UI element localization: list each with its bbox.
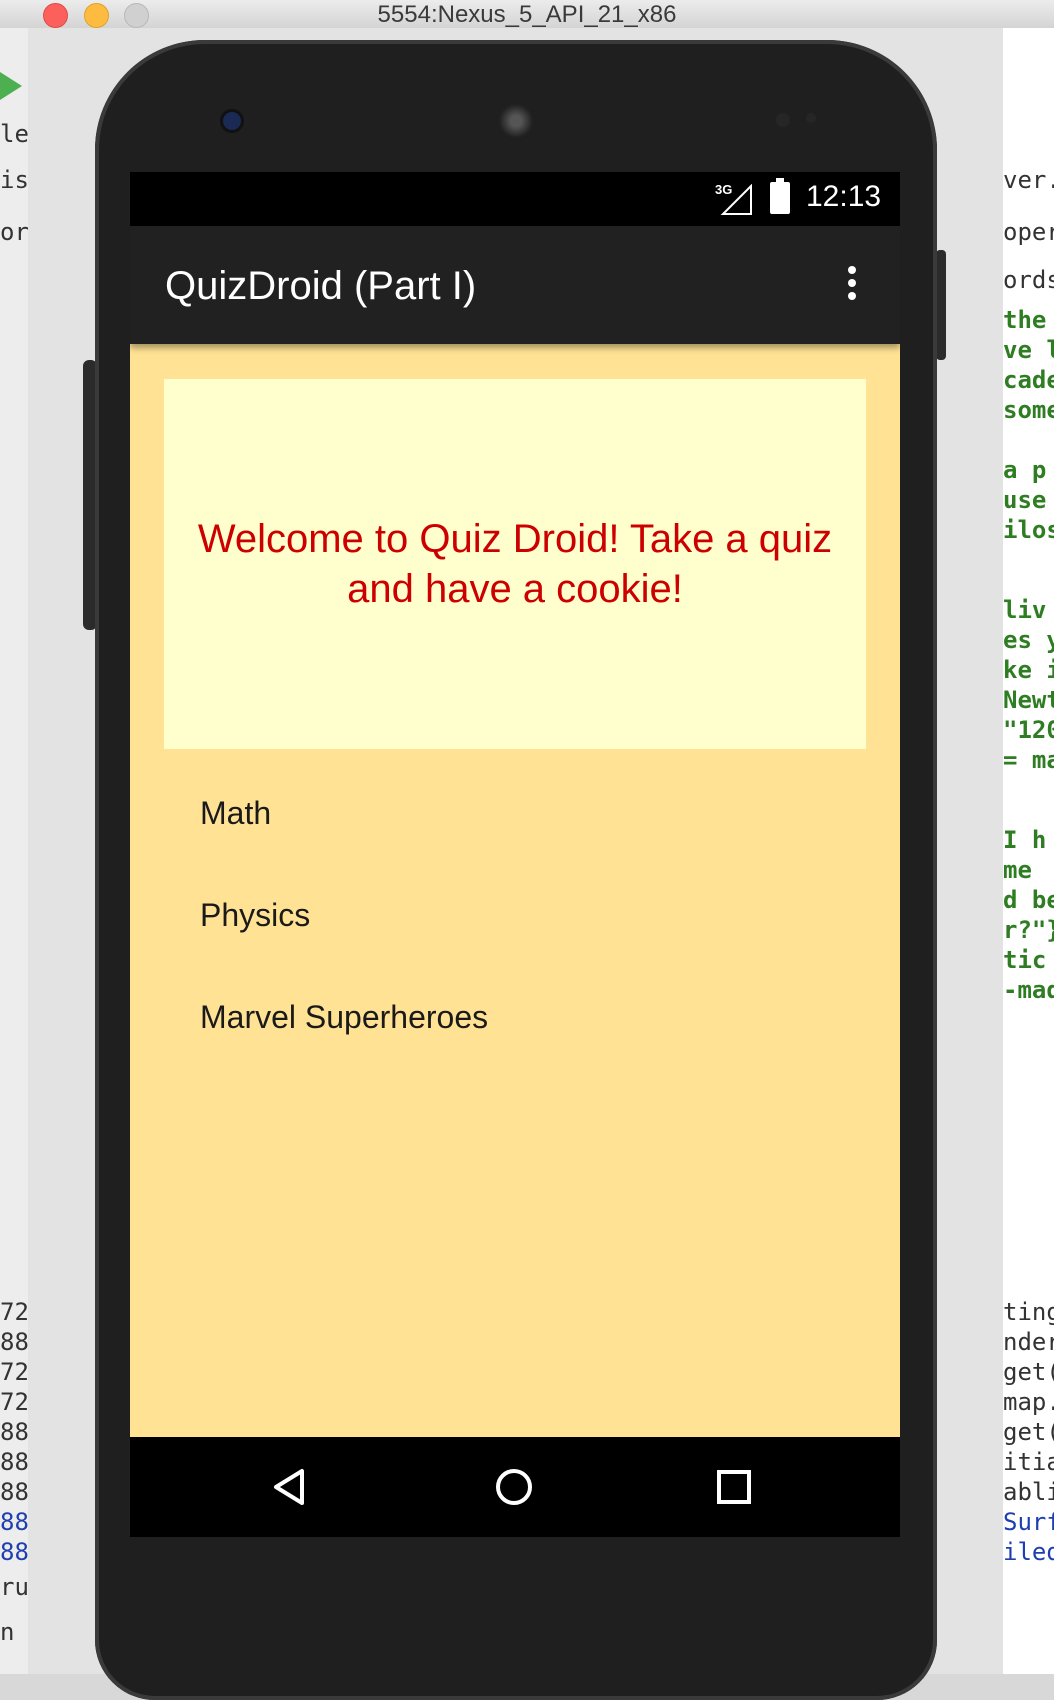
status-clock: 12:13 xyxy=(806,180,882,213)
ide-code-line: liv xyxy=(1003,596,1047,624)
ide-code-line: a p xyxy=(1003,456,1047,484)
ide-code-line: 88 xyxy=(0,1418,28,1446)
topic-label: Physics xyxy=(200,896,311,933)
ide-code-line: ting xyxy=(1003,1298,1054,1326)
window-titlebar: 5554:Nexus_5_API_21_x86 xyxy=(0,0,1054,29)
earpiece-speaker-icon xyxy=(497,102,535,140)
ide-code-line: 72 xyxy=(0,1298,28,1326)
ide-code-line: operl xyxy=(1003,218,1054,246)
ide-code-line: map. xyxy=(1003,1388,1054,1416)
ide-code-line: iled xyxy=(1003,1538,1054,1566)
ide-code-line: I h xyxy=(1003,826,1047,854)
ide-code-line: me xyxy=(1003,856,1032,884)
ide-right-editor: ver.xroperlords theve lcadesome a p usei… xyxy=(1003,28,1054,1674)
phone-power-button xyxy=(936,250,946,360)
ide-code-line: ist xyxy=(0,166,28,194)
ide-code-line: Newt xyxy=(1003,686,1054,714)
proximity-sensor xyxy=(776,113,790,127)
ide-code-line: ve l xyxy=(1003,336,1054,364)
action-bar: QuizDroid (Part I) xyxy=(130,226,900,344)
ide-code-line: ilos xyxy=(1003,516,1054,544)
battery-charging-icon xyxy=(770,178,790,214)
network-type: 3G xyxy=(715,182,733,197)
topic-label: Math xyxy=(200,794,272,831)
ide-code-line: -mad xyxy=(1003,976,1054,1004)
run-icon[interactable] xyxy=(0,72,22,100)
recents-button-icon[interactable] xyxy=(714,1467,754,1507)
ide-code-line: 88 xyxy=(0,1478,28,1506)
app-title: QuizDroid (Part I) xyxy=(165,264,477,308)
topic-item-physics[interactable]: Physics xyxy=(130,864,900,966)
ide-code-line: lek xyxy=(0,120,28,148)
ide-code-line: d be xyxy=(1003,886,1054,914)
ide-code-line: abli xyxy=(1003,1478,1054,1506)
ide-code-line: n xyxy=(0,1618,15,1646)
topic-list: Math Physics Marvel Superheroes xyxy=(130,762,900,1068)
ide-code-line: 88 xyxy=(0,1448,28,1476)
ide-code-line: 72 xyxy=(0,1358,28,1386)
ide-code-line: ver.xr xyxy=(1003,166,1054,194)
ide-code-line: get( xyxy=(1003,1358,1054,1386)
ide-code-line: 88 xyxy=(0,1538,28,1566)
ide-code-line: ke i xyxy=(1003,656,1054,684)
topic-label: Marvel Superheroes xyxy=(200,998,489,1035)
ide-left-panel: lekistorc728872728888888888run xyxy=(0,28,28,1674)
ide-code-line: the xyxy=(1003,306,1047,334)
ide-code-line: use xyxy=(1003,486,1047,514)
ide-code-line: orc xyxy=(0,218,28,246)
ide-code-line: = ma xyxy=(1003,746,1054,774)
ide-code-line: get( xyxy=(1003,1418,1054,1446)
ide-code-line: cade xyxy=(1003,366,1054,394)
ide-code-line: itia xyxy=(1003,1448,1054,1476)
ide-code-line: es y xyxy=(1003,626,1054,654)
front-camera-icon xyxy=(223,112,241,130)
status-bar: 3G 12:13 xyxy=(130,172,900,226)
phone-screen: 3G 12:13 QuizDroid (Part I) Welcome to Q… xyxy=(130,172,900,1537)
back-button-icon[interactable] xyxy=(270,1467,310,1507)
ide-code-line: ords xyxy=(1003,266,1054,294)
ide-code-line: r?"} xyxy=(1003,916,1054,944)
topic-item-marvel[interactable]: Marvel Superheroes xyxy=(130,966,900,1068)
ide-code-line: nder xyxy=(1003,1328,1054,1356)
ide-code-line: some xyxy=(1003,396,1054,424)
light-sensor xyxy=(806,113,816,123)
home-button-icon[interactable] xyxy=(494,1467,534,1507)
ide-code-line: "120 xyxy=(1003,716,1054,744)
window-title: 5554:Nexus_5_API_21_x86 xyxy=(377,1,677,28)
ide-code-line: 88 xyxy=(0,1328,28,1356)
overflow-menu-icon[interactable] xyxy=(842,266,862,306)
welcome-banner: Welcome to Quiz Droid! Take a quiz and h… xyxy=(164,379,866,749)
topic-item-math[interactable]: Math xyxy=(130,762,900,864)
navigation-bar xyxy=(130,1437,900,1537)
welcome-text: Welcome to Quiz Droid! Take a quiz and h… xyxy=(197,517,833,611)
ide-code-line: 72 xyxy=(0,1388,28,1416)
ide-code-line: ru xyxy=(0,1573,28,1601)
ide-code-line: 88 xyxy=(0,1508,28,1536)
ide-code-line: tic xyxy=(1003,946,1047,974)
ide-code-line: Surf xyxy=(1003,1508,1054,1536)
